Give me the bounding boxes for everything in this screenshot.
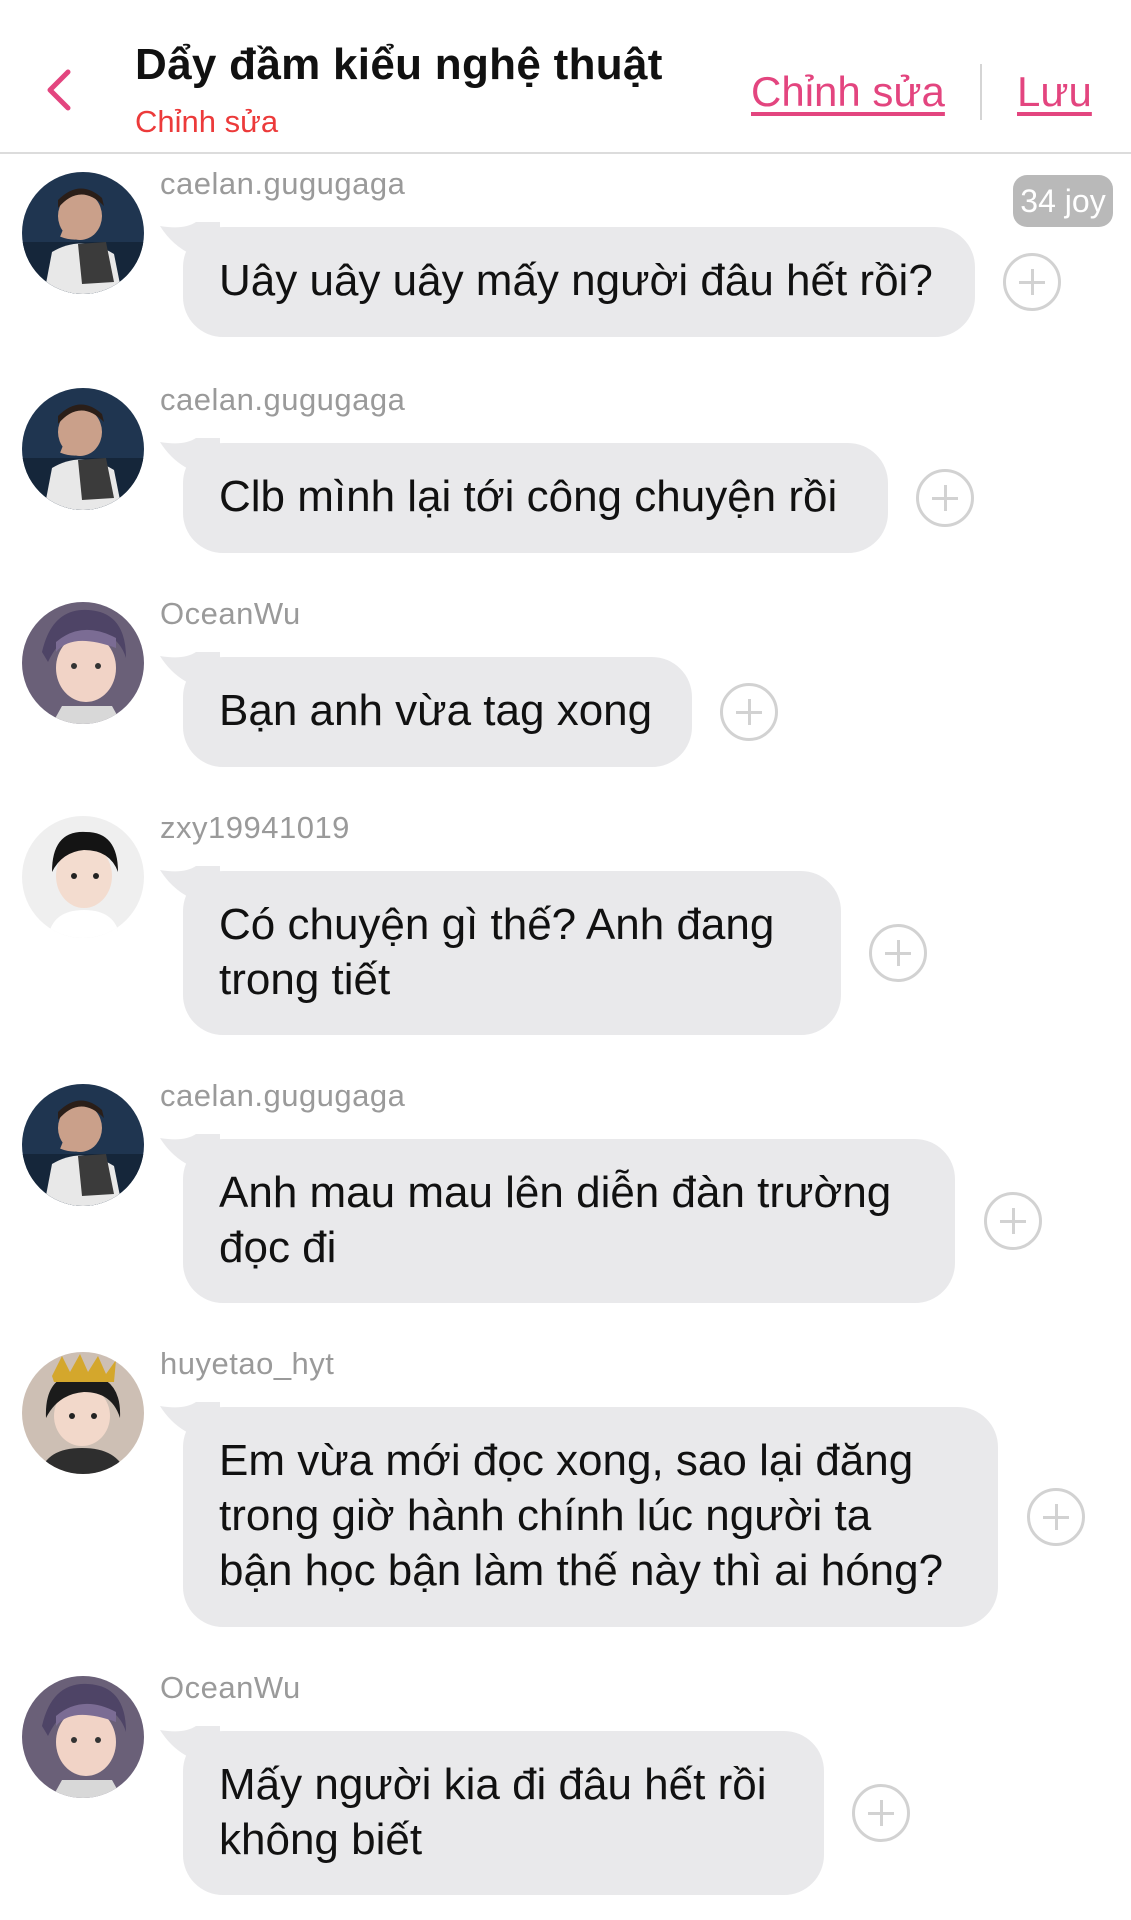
avatar[interactable]: [22, 388, 144, 510]
message-text: Bạn anh vừa tag xong: [219, 686, 653, 735]
edit-button[interactable]: Chỉnh sửa: [751, 68, 945, 116]
add-reaction-button[interactable]: [984, 1192, 1042, 1250]
avatar[interactable]: [22, 1352, 144, 1474]
username: caelan.gugugaga: [160, 382, 406, 417]
username: huyetao_hyt: [160, 1346, 335, 1381]
message-text: Anh mau mau lên diễn đàn trường: [219, 1168, 892, 1217]
chat-screen: Dẩy đầm kiểu nghệ thuật Chỉnh sửa Chỉnh …: [0, 0, 1131, 1920]
add-reaction-button[interactable]: [916, 469, 974, 527]
username: OceanWu: [160, 596, 301, 631]
header-divider: [980, 64, 982, 120]
page-subtitle[interactable]: Chỉnh sửa: [135, 104, 278, 140]
add-reaction-button[interactable]: [720, 683, 778, 741]
add-reaction-button[interactable]: [869, 924, 927, 982]
message-bubble[interactable]: Clb mình lại tới công chuyện rồi: [183, 443, 888, 553]
message-text: Mấy người kia đi đâu hết rồi: [219, 1760, 767, 1809]
save-button[interactable]: Lưu: [1017, 68, 1092, 116]
header-bar: Dẩy đầm kiểu nghệ thuật Chỉnh sửa Chỉnh …: [0, 0, 1131, 154]
message-text: Có chuyện gì thế? Anh đang: [219, 900, 775, 949]
avatar[interactable]: [22, 816, 144, 938]
chevron-left-icon: [47, 69, 71, 111]
message-bubble[interactable]: Anh mau mau lên diễn đàn trường đọc đi: [183, 1139, 955, 1303]
page-title: Dẩy đầm kiểu nghệ thuật: [135, 40, 663, 89]
add-reaction-button[interactable]: [852, 1784, 910, 1842]
avatar[interactable]: [22, 602, 144, 724]
message-bubble[interactable]: Có chuyện gì thế? Anh đang trong tiết: [183, 871, 841, 1035]
message-bubble[interactable]: Mấy người kia đi đâu hết rồi không biết: [183, 1731, 824, 1895]
message-text: trong giờ hành chính lúc người ta: [219, 1491, 872, 1540]
message-bubble[interactable]: Em vừa mới đọc xong, sao lại đăng trong …: [183, 1407, 998, 1627]
username: caelan.gugugaga: [160, 1078, 406, 1113]
message-text: Uây uây uây mấy người đâu hết rồi?: [219, 256, 933, 305]
message-text: đọc đi: [219, 1223, 337, 1272]
username: caelan.gugugaga: [160, 166, 406, 201]
username: zxy19941019: [160, 810, 350, 845]
message-text: Em vừa mới đọc xong, sao lại đăng: [219, 1436, 914, 1485]
avatar[interactable]: [22, 1084, 144, 1206]
message-bubble[interactable]: Bạn anh vừa tag xong: [183, 657, 692, 767]
avatar[interactable]: [22, 172, 144, 294]
message-text: bận học bận làm thế này thì ai hóng?: [219, 1546, 944, 1595]
avatar[interactable]: [22, 1676, 144, 1798]
message-text: trong tiết: [219, 955, 391, 1004]
message-bubble[interactable]: Uây uây uây mấy người đâu hết rồi?: [183, 227, 975, 337]
username: OceanWu: [160, 1670, 301, 1705]
add-reaction-button[interactable]: [1027, 1488, 1085, 1546]
message-text: không biết: [219, 1815, 423, 1864]
joy-badge: 34 joy: [1013, 175, 1113, 227]
back-button[interactable]: [38, 62, 78, 118]
message-text: Clb mình lại tới công chuyện rồi: [219, 472, 838, 521]
add-reaction-button[interactable]: [1003, 253, 1061, 311]
